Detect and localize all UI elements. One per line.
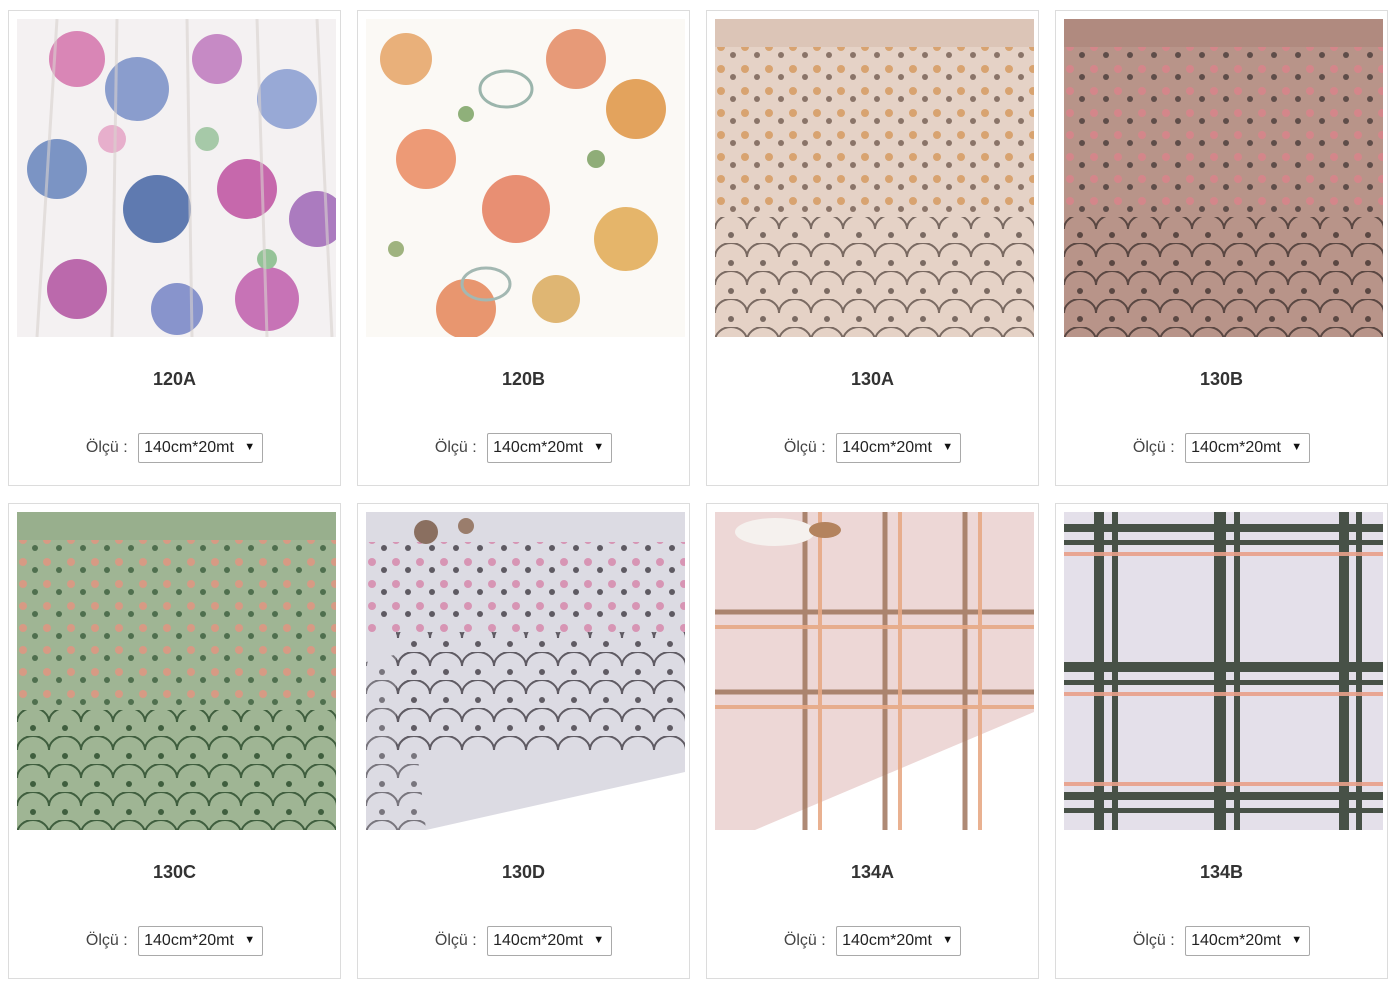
size-select-value: 140cm*20mt (144, 932, 234, 949)
caret-down-icon: ▼ (244, 441, 256, 453)
product-code[interactable]: 130D (358, 862, 689, 883)
product-image[interactable] (1064, 19, 1383, 337)
size-select[interactable]: 140cm*20mt ▼ (836, 926, 962, 956)
product-code[interactable]: 130B (1056, 369, 1387, 390)
caret-down-icon: ▼ (593, 441, 605, 453)
size-row: Ölçü : 140cm*20mt ▼ (358, 926, 689, 956)
caret-down-icon: ▼ (593, 934, 605, 946)
size-row: Ölçü : 140cm*20mt ▼ (1056, 433, 1387, 463)
size-select-value: 140cm*20mt (1191, 932, 1281, 949)
caret-down-icon: ▼ (942, 934, 954, 946)
product-image[interactable] (715, 512, 1034, 830)
size-label: Ölçü : (85, 439, 128, 456)
size-select-value: 140cm*20mt (842, 439, 932, 456)
product-image[interactable] (17, 512, 336, 830)
plaid-tablecloth-image (715, 512, 1034, 830)
size-row: Ölçü : 140cm*20mt ▼ (358, 433, 689, 463)
product-code[interactable]: 120A (9, 369, 340, 390)
product-card[interactable]: 130C Ölçü : 140cm*20mt ▼ (8, 503, 341, 979)
lace-tablecloth-image (715, 19, 1034, 337)
product-card[interactable]: 130B Ölçü : 140cm*20mt ▼ (1055, 10, 1388, 486)
size-select-value: 140cm*20mt (493, 932, 583, 949)
product-image[interactable] (366, 512, 685, 830)
size-label: Ölçü : (783, 439, 826, 456)
product-image[interactable] (366, 19, 685, 337)
product-card[interactable]: 134B Ölçü : 140cm*20mt ▼ (1055, 503, 1388, 979)
product-code[interactable]: 120B (358, 369, 689, 390)
product-card[interactable]: 130D Ölçü : 140cm*20mt ▼ (357, 503, 690, 979)
plaid-tablecloth-image (1064, 512, 1383, 830)
size-row: Ölçü : 140cm*20mt ▼ (9, 433, 340, 463)
product-code[interactable]: 134B (1056, 862, 1387, 883)
size-label: Ölçü : (85, 932, 128, 949)
size-label: Ölçü : (434, 932, 477, 949)
size-label: Ölçü : (434, 439, 477, 456)
size-select[interactable]: 140cm*20mt ▼ (1185, 926, 1311, 956)
size-select-value: 140cm*20mt (842, 932, 932, 949)
size-select[interactable]: 140cm*20mt ▼ (138, 433, 264, 463)
caret-down-icon: ▼ (1291, 441, 1303, 453)
size-select-value: 140cm*20mt (144, 439, 234, 456)
product-image[interactable] (17, 19, 336, 337)
product-code[interactable]: 130A (707, 369, 1038, 390)
product-image[interactable] (1064, 512, 1383, 830)
size-label: Ölçü : (1132, 932, 1175, 949)
floral-tablecloth-image (366, 19, 685, 337)
caret-down-icon: ▼ (942, 441, 954, 453)
product-card[interactable]: 120B Ölçü : 140cm*20mt ▼ (357, 10, 690, 486)
lace-tablecloth-image (17, 512, 336, 830)
product-card[interactable]: 120A Ölçü : 140cm*20mt ▼ (8, 10, 341, 486)
product-code[interactable]: 130C (9, 862, 340, 883)
size-select[interactable]: 140cm*20mt ▼ (138, 926, 264, 956)
caret-down-icon: ▼ (244, 934, 256, 946)
lace-tablecloth-image (1064, 19, 1383, 337)
product-grid: 120A Ölçü : 140cm*20mt ▼ 120B Ölçü: 140… (0, 0, 1400, 990)
size-row: Ölçü : 140cm*20mt ▼ (9, 926, 340, 956)
product-card[interactable]: 134A Ölçü : 140cm*20mt ▼ (706, 503, 1039, 979)
size-select-value: 140cm*20mt (1191, 439, 1281, 456)
size-select[interactable]: 140cm*20mt ▼ (1185, 433, 1311, 463)
size-select[interactable]: 140cm*20mt ▼ (836, 433, 962, 463)
size-row: Ölçü : 140cm*20mt ▼ (707, 433, 1038, 463)
lace-tablecloth-image (366, 512, 685, 830)
size-label: Ölçü : (1132, 439, 1175, 456)
caret-down-icon: ▼ (1291, 934, 1303, 946)
size-row: Ölçü : 140cm*20mt ▼ (1056, 926, 1387, 956)
product-code[interactable]: 134A (707, 862, 1038, 883)
floral-tablecloth-image (17, 19, 336, 337)
size-row: Ölçü : 140cm*20mt ▼ (707, 926, 1038, 956)
product-image[interactable] (715, 19, 1034, 337)
product-card[interactable]: 130A Ölçü : 140cm*20mt ▼ (706, 10, 1039, 486)
size-select-value: 140cm*20mt (493, 439, 583, 456)
size-select[interactable]: 140cm*20mt ▼ (487, 926, 613, 956)
size-select[interactable]: 140cm*20mt ▼ (487, 433, 613, 463)
size-label: Ölçü : (783, 932, 826, 949)
